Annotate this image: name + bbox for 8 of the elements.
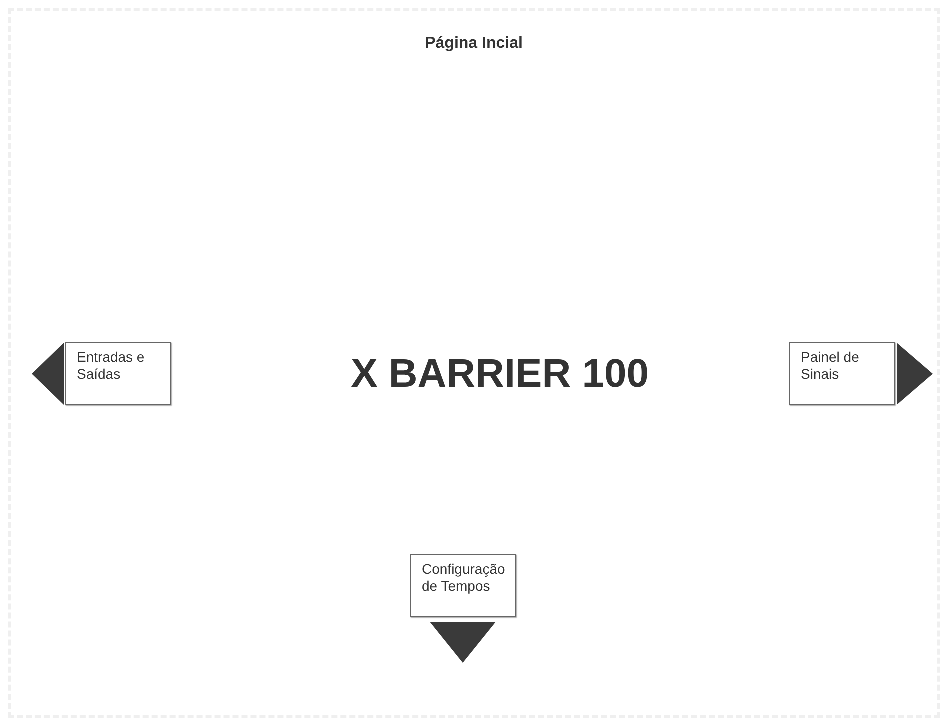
left-triangle-icon[interactable] (32, 342, 64, 404)
page-title: Página Incial (425, 34, 523, 54)
product-name: X BARRIER 100 (351, 350, 649, 398)
navigation-button[interactable]: Painel de Sinais (789, 342, 895, 405)
down-triangle-icon[interactable] (430, 622, 496, 663)
navigation-button[interactable]: Entradas e Saídas (65, 342, 171, 405)
right-triangle-icon[interactable] (897, 342, 933, 404)
navigation-button[interactable]: Configuração de Tempos (410, 554, 516, 617)
